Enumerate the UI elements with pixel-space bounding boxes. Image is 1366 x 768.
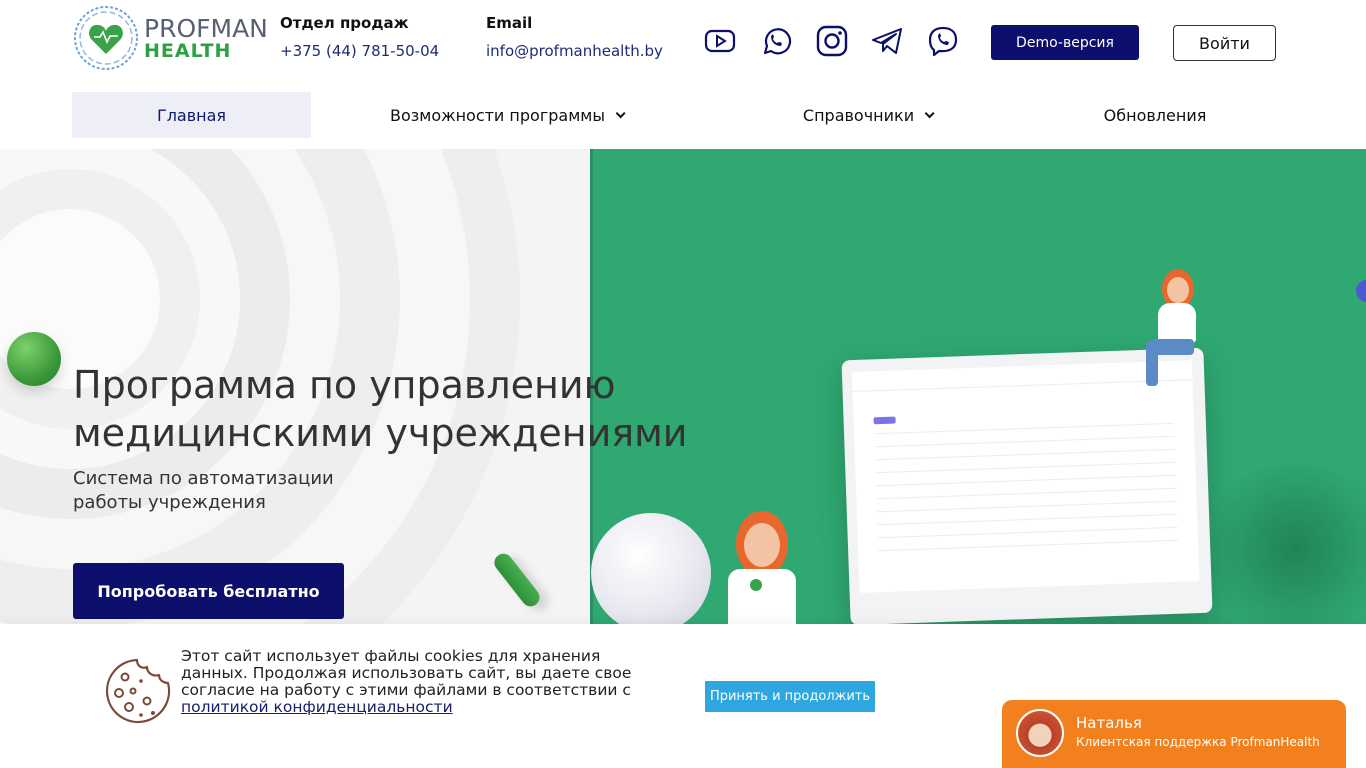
email-label: Email	[486, 14, 533, 32]
nav-item-features[interactable]: Возможности программы	[372, 92, 640, 138]
email-link[interactable]: info@profmanhealth.by	[486, 42, 663, 60]
character-sitting	[1140, 269, 1210, 389]
decor-green-sphere	[7, 332, 61, 386]
whatsapp-icon[interactable]	[759, 24, 793, 58]
accept-cookies-button[interactable]: Принять и продолжить	[705, 681, 875, 712]
logo-line1: PROFMAN	[144, 13, 268, 43]
chat-agent-name: Наталья	[1076, 714, 1142, 732]
nav-item-directories[interactable]: Справочники	[772, 92, 962, 138]
cookie-icon	[105, 658, 171, 724]
hero-subtitle: Система по автоматизации работы учрежден…	[73, 468, 334, 513]
nav-item-home-label: Главная	[156, 105, 227, 125]
instagram-icon[interactable]	[815, 24, 849, 58]
nav-item-updates-label: Обновления	[1103, 105, 1207, 125]
logo-line2: HEALTH	[144, 39, 232, 62]
demo-button[interactable]: Demo-версия	[991, 25, 1139, 60]
youtube-icon[interactable]	[703, 24, 737, 58]
chevron-down-icon	[615, 107, 626, 118]
app-screenshot	[851, 360, 1200, 593]
monitor-illustration	[841, 347, 1213, 624]
chat-agent-role: Клиентская поддержка ProfmanHealth	[1076, 735, 1320, 749]
privacy-policy-link[interactable]: политикой конфиденциальности	[181, 698, 453, 716]
hero-section: Программа по управлению медицинскими учр…	[0, 149, 1366, 624]
email-contact: Email info@profmanhealth.by	[486, 14, 663, 60]
sales-contact: Отдел продаж +375 (44) 781-50-04	[280, 14, 439, 60]
cookie-text: Этот сайт использует файлы cookies для х…	[181, 647, 632, 699]
hero-title-line2: медицинскими учреждениями	[73, 411, 688, 455]
nav-item-features-label: Возможности программы	[390, 105, 605, 125]
nav-item-updates[interactable]: Обновления	[1072, 92, 1238, 138]
cookie-message: Этот сайт использует файлы cookies для х…	[181, 648, 651, 716]
logo-heart-icon	[74, 6, 138, 70]
support-chat-widget[interactable]: Наталья Клиентская поддержка ProfmanHeal…	[1002, 700, 1346, 768]
nav-item-home[interactable]: Главная	[72, 92, 311, 138]
sales-label: Отдел продаж	[280, 14, 409, 32]
telegram-icon[interactable]	[870, 24, 904, 58]
sales-phone-link[interactable]: +375 (44) 781-50-04	[280, 42, 439, 60]
chevron-down-icon	[924, 107, 935, 118]
hero-title-line1: Программа по управлению	[73, 363, 616, 407]
logo[interactable]: PROFMAN HEALTH	[72, 4, 268, 72]
decor-white-sphere	[591, 513, 711, 624]
viber-icon[interactable]	[926, 24, 960, 58]
hero-title: Программа по управлению медицинскими учр…	[73, 361, 713, 457]
login-button[interactable]: Войти	[1173, 25, 1276, 61]
character-standing	[712, 511, 822, 624]
main-nav: Главная Возможности программы Справочник…	[72, 92, 1294, 138]
site-header: PROFMAN HEALTH Отдел продаж +375 (44) 78…	[0, 0, 1366, 86]
try-free-button[interactable]: Попробовать бесплатно	[73, 563, 344, 619]
avatar	[1016, 709, 1064, 757]
nav-item-directories-label: Справочники	[802, 105, 915, 125]
